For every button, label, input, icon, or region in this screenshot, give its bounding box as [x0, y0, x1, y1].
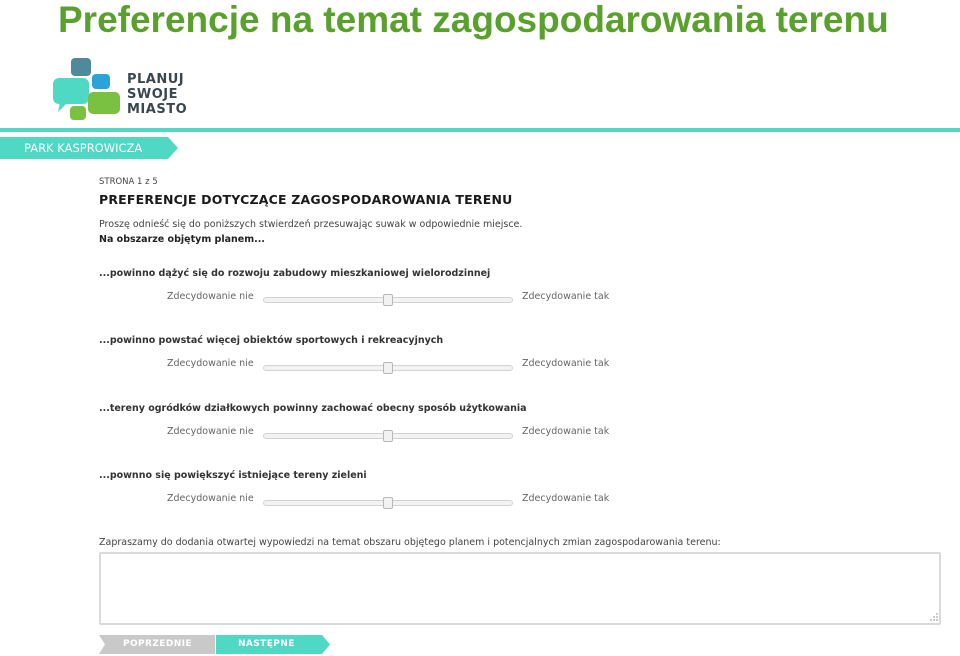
- resize-grip-icon[interactable]: [929, 612, 939, 622]
- question-3-min-label: Zdecydowanie nie: [167, 426, 254, 437]
- question-3-label: ...tereny ogródków działkowych powinny z…: [99, 403, 527, 414]
- question-2-label: ...powinno powstać więcej obiektów sport…: [99, 335, 444, 346]
- question-1-min-label: Zdecydowanie nie: [167, 291, 254, 302]
- question-4-slider-thumb[interactable]: [383, 497, 393, 509]
- comment-textarea[interactable]: [99, 552, 941, 625]
- question-1-slider-thumb[interactable]: [383, 294, 393, 306]
- question-1-max-label: Zdecydowanie tak: [522, 291, 610, 302]
- question-3-slider-thumb[interactable]: [383, 430, 393, 442]
- next-button[interactable]: NASTĘPNE: [216, 635, 330, 654]
- next-button-label: NASTĘPNE: [238, 639, 295, 649]
- question-3-max-label: Zdecydowanie tak: [522, 426, 610, 437]
- page-indicator: STRONA 1 z 5: [99, 177, 158, 187]
- section-title: PREFERENCJE DOTYCZĄCE ZAGOSPODAROWANIA T…: [99, 192, 513, 207]
- previous-button-label: POPRZEDNIE: [123, 639, 192, 649]
- header-divider: [0, 128, 960, 132]
- question-4-max-label: Zdecydowanie tak: [522, 493, 610, 504]
- previous-button[interactable]: POPRZEDNIE: [99, 635, 215, 654]
- question-2-min-label: Zdecydowanie nie: [167, 358, 254, 369]
- logo-line-3: MIASTO: [127, 102, 188, 117]
- question-4-min-label: Zdecydowanie nie: [167, 493, 254, 504]
- logo-wordmark: PLANUJ SWOJE MIASTO: [127, 72, 187, 117]
- logo-line-1: PLANUJ: [127, 72, 185, 87]
- question-2-max-label: Zdecydowanie tak: [522, 358, 610, 369]
- location-ribbon-label: PARK KASPROWICZA: [24, 141, 143, 155]
- question-1-label: ...powinno dążyć się do rozwoju zabudowy…: [99, 268, 491, 279]
- slide-title: Preferencje na temat zagospodarowania te…: [58, 0, 889, 40]
- instruction-text: Proszę odnieść się do poniższych stwierd…: [99, 219, 523, 230]
- comment-label: Zapraszamy do dodania otwartej wypowiedz…: [99, 537, 721, 548]
- context-text: Na obszarze objętym planem...: [99, 234, 265, 245]
- question-2-slider-thumb[interactable]: [383, 362, 393, 374]
- question-4-label: ...pownno się powiększyć istniejące tere…: [99, 470, 367, 481]
- logo-line-2: SWOJE: [127, 87, 178, 102]
